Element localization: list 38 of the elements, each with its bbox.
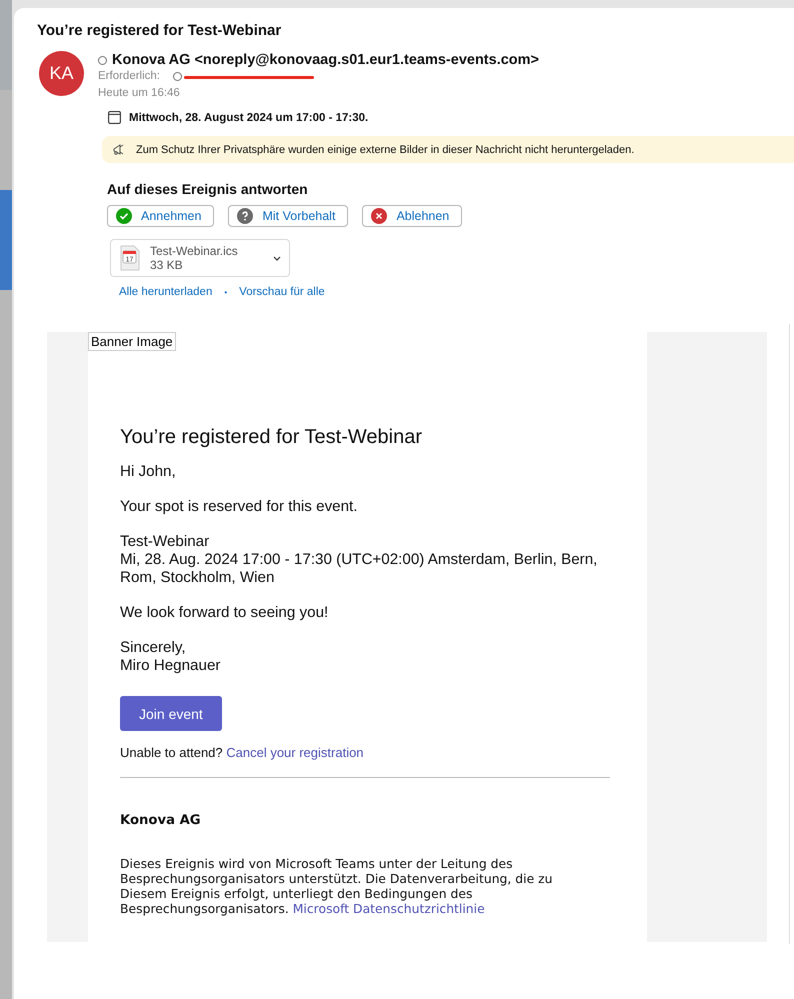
received-time: Heute um 16:46 (98, 87, 181, 99)
privacy-statement: Dieses Ereignis wird von Microsoft Teams unter der Leitung des Besprechungsorganisators unterstützt. Die Datenverarbeitung, die zu Diesem Ereignis erfolgt, unterliegt den Bedingungen des Besprechungsorganisators. Microsoft Datenschutzrichtlinie (120, 856, 554, 916)
status-ring-icon (173, 72, 182, 80)
accept-button[interactable]: Annehmen (107, 205, 214, 227)
attachment-size: 33 KB (150, 258, 184, 272)
image-alt-text: Banner Image (88, 332, 176, 351)
body-text: Miro Hegnauer (120, 657, 222, 675)
required-label: Erforderlich: (98, 70, 160, 82)
privacy-notice: Zum Schutz Ihrer Privatsphäre wurden einige externe Bilder in dieser Nachricht nicht heruntergeladen. (136, 144, 634, 156)
decline-button[interactable]: Ablehnen (362, 205, 462, 227)
event-time: Mittwoch, 28. August 2024 um 17:00 - 17:30. (129, 112, 368, 124)
avatar: KA (39, 51, 84, 96)
download-all-link[interactable]: Alle herunterladen (119, 286, 212, 298)
window-title: You’re registered for Test-Webinar (37, 22, 282, 39)
tentative-button[interactable]: Mit Vorbehalt (228, 205, 348, 227)
body-text: We look forward to seeing you! (120, 604, 330, 622)
privacy-policy-link[interactable]: Microsoft Datenschutzrichtlinie (292, 901, 485, 916)
body-text: Hi John, (120, 463, 177, 481)
preview-all-link[interactable]: Vorschau für alle (239, 286, 325, 298)
email-heading: You’re registered for Test-Webinar (120, 426, 424, 449)
separator-dot: • (224, 288, 228, 296)
cancel-registration-link[interactable]: Cancel your registration (226, 745, 364, 760)
rsvp-heading: Auf dieses Ereignis antworten (107, 181, 309, 197)
body-text: Your spot is reserved for this event. (120, 498, 358, 516)
body-text: Test-Webinar (120, 533, 210, 551)
body-text: Sincerely, (120, 639, 187, 657)
help-icon (237, 208, 254, 224)
cancel-prompt: Unable to attend? Cancel your registration (120, 745, 365, 760)
organizer-name: Konova AG (120, 813, 202, 828)
close-icon (371, 208, 388, 224)
calendar-icon (108, 111, 121, 124)
body-text: Mi, 28. Aug. 2024 17:00 - 17:30 (UTC+02:00) Amsterdam, Berlin, Bern, Rom, Stockholm, Wien (120, 551, 598, 587)
status-ring-icon (98, 56, 107, 64)
chevron-down-icon[interactable] (273, 256, 281, 260)
attachment-name: Test-Webinar.ics (150, 244, 239, 258)
join-event-button[interactable]: Join event (120, 696, 222, 731)
check-icon (116, 208, 132, 224)
sender-name[interactable]: Konova AG <noreply@konovaag.s01.eur1.teams-events.com> (112, 52, 540, 68)
